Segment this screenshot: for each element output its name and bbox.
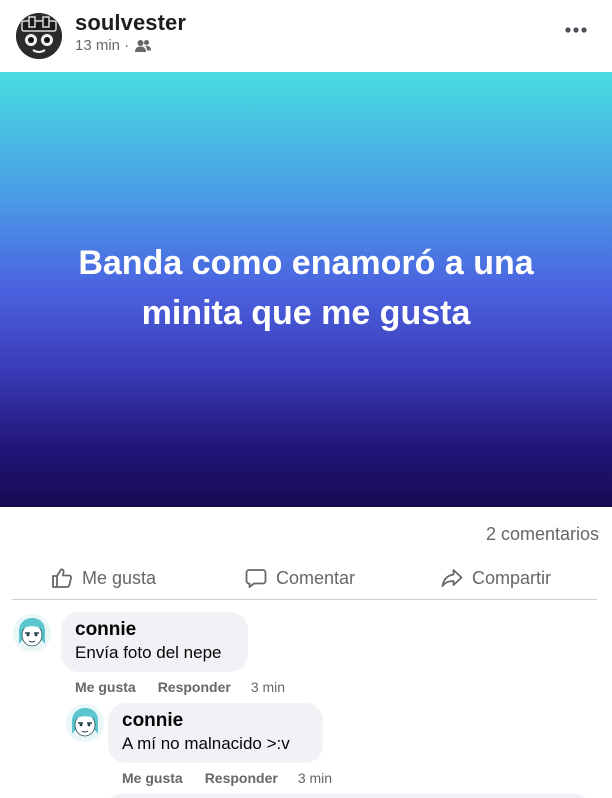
commenter-name[interactable]: connie: [122, 710, 309, 732]
comment-button[interactable]: Comentar: [244, 562, 355, 594]
like-label: Me gusta: [82, 567, 157, 588]
facebook-post: soulvester 13 min · Banda como enamoró a…: [0, 0, 612, 798]
post-banner[interactable]: Banda como enamoró a una minita que me g…: [0, 72, 612, 507]
comment-like-button[interactable]: Me gusta: [75, 679, 136, 695]
share-arrow-icon: [441, 569, 463, 587]
comment-count[interactable]: 2 comentarios: [486, 524, 599, 545]
author-name[interactable]: soulvester: [75, 10, 186, 36]
share-label: Compartir: [472, 567, 552, 588]
comment-text: Envía foto del nepe: [75, 643, 222, 662]
comment-reply-button[interactable]: Responder: [205, 770, 278, 786]
friends-icon: [135, 39, 152, 53]
avatar-image: [13, 614, 51, 652]
avatar-image: [66, 704, 104, 742]
comment-actions: Me gusta Responder 3 min: [75, 679, 285, 695]
comment-time[interactable]: 3 min: [251, 679, 285, 695]
comment-bubble: connie Envía foto del nepe: [61, 612, 248, 672]
post-header: soulvester 13 min ·: [0, 0, 612, 72]
comment-text: A mí no malnacido >:v: [122, 734, 290, 753]
author-avatar[interactable]: [16, 13, 62, 59]
comment-label: Comentar: [276, 567, 356, 588]
thumbs-up-icon: [52, 568, 72, 588]
comment-reply-button[interactable]: Responder: [158, 679, 231, 695]
comment-bubble-icon: [245, 569, 267, 588]
action-bar: Me gusta Comentar Compartir: [12, 556, 597, 600]
post-meta: 13 min ·: [75, 37, 152, 54]
commenter-avatar[interactable]: [13, 614, 51, 652]
comment-actions: Me gusta Responder 3 min: [122, 770, 332, 786]
commenter-name[interactable]: connie: [75, 619, 234, 641]
commenter-avatar[interactable]: [66, 704, 104, 742]
comment-bubble: connie A mí no malnacido >:v: [108, 703, 323, 763]
comment-like-button[interactable]: Me gusta: [122, 770, 183, 786]
more-dots-icon: [565, 27, 587, 33]
post-time[interactable]: 13 min ·: [75, 37, 129, 54]
avatar-image: [16, 13, 62, 59]
comment-time[interactable]: 3 min: [298, 770, 332, 786]
banner-text: Banda como enamoró a una minita que me g…: [78, 243, 534, 332]
more-options-button[interactable]: [562, 20, 590, 40]
comment-bubble-partial: [108, 794, 588, 798]
like-button[interactable]: Me gusta: [50, 562, 156, 594]
share-button[interactable]: Compartir: [440, 562, 551, 594]
